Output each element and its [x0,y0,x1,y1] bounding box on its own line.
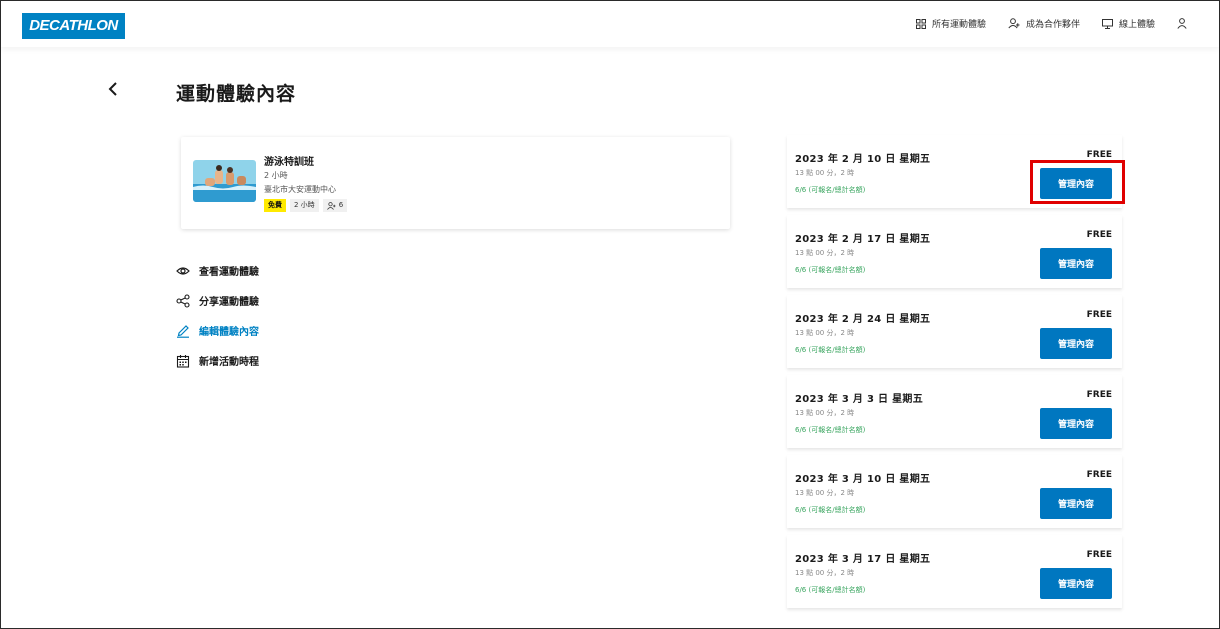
edit-experience-link[interactable]: 編輯體驗內容 [176,323,259,338]
session-time: 13 點 00 分，2 時 [795,489,855,497]
nav-label: 線上體驗 [1118,20,1155,30]
session-card: 2023 年 2 月 24 日 星期五 13 點 00 分，2 時 6/6 (可… [787,295,1122,368]
nav-label: 成為合作夥伴 [1025,20,1080,30]
duration-badge: 2 小時 [290,199,319,212]
action-label: 分享運動體驗 [199,297,259,308]
header-nav: 所有運動體驗 成為合作夥伴 線上體驗 [894,17,1193,30]
session-date: 2023 年 3 月 10 日 星期五 [795,474,931,485]
capacity-value: 6 [338,201,344,209]
action-label: 編輯體驗內容 [199,327,259,338]
free-badge: 免費 [264,199,286,212]
view-experience-link[interactable]: 查看運動體驗 [176,263,259,278]
session-time: 13 點 00 分，2 時 [795,249,855,257]
session-date: 2023 年 2 月 24 日 星期五 [795,314,931,325]
course-thumbnail [193,160,256,202]
session-date: 2023 年 3 月 17 日 星期五 [795,554,931,565]
course-tags: 免費 2 小時 6 [264,199,351,212]
partner-icon [1008,18,1020,29]
session-seats: 6/6 (可報名/總計名額) [795,186,866,194]
session-time: 13 點 00 分，2 時 [795,169,855,177]
session-seats: 6/6 (可報名/總計名額) [795,586,866,594]
experience-actions: 查看運動體驗 分享運動體驗 編輯體驗內容 新增活動時程 [176,263,259,383]
monitor-icon [1101,18,1113,29]
session-price: FREE [1086,550,1112,560]
back-arrow-icon[interactable] [105,79,123,99]
nav-become-partner[interactable]: 成為合作夥伴 [1008,17,1080,30]
capacity-badge: 6 [322,199,348,212]
course-duration: 2 小時 [264,171,288,180]
user-account-button[interactable] [1177,18,1193,29]
add-schedule-link[interactable]: 新增活動時程 [176,353,259,368]
course-name: 游泳特訓班 [264,157,314,168]
manage-content-button[interactable]: 管理內容 [1040,488,1112,519]
nav-online-experience[interactable]: 線上體驗 [1101,17,1155,30]
session-date: 2023 年 2 月 10 日 星期五 [795,154,931,165]
nav-all-experiences[interactable]: 所有運動體驗 [915,17,986,30]
session-price: FREE [1086,230,1112,240]
session-seats: 6/6 (可報名/總計名額) [795,506,866,514]
session-card: 2023 年 2 月 17 日 星期五 13 點 00 分，2 時 6/6 (可… [787,215,1122,288]
course-summary-card[interactable]: 游泳特訓班 2 小時 臺北市大安運動中心 免費 2 小時 6 [181,137,730,229]
session-card: 2023 年 3 月 17 日 星期五 13 點 00 分，2 時 6/6 (可… [787,535,1122,608]
session-list: 2023 年 2 月 10 日 星期五 13 點 00 分，2 時 6/6 (可… [787,135,1122,615]
user-icon [1177,18,1187,29]
grid-icon [915,18,926,29]
session-seats: 6/6 (可報名/總計名額) [795,266,866,274]
action-label: 新增活動時程 [199,357,259,368]
session-date: 2023 年 2 月 17 日 星期五 [795,234,931,245]
share-icon [176,293,190,308]
session-price: FREE [1086,310,1112,320]
manage-content-button[interactable]: 管理內容 [1040,568,1112,599]
session-seats: 6/6 (可報名/總計名額) [795,426,866,434]
top-navigation-bar: DECATHLON 所有運動體驗 成為合作夥伴 線上體驗 [1,1,1219,47]
manage-content-button[interactable]: 管理內容 [1040,408,1112,439]
eye-icon [176,266,190,275]
nav-label: 所有運動體驗 [931,20,986,30]
action-label: 查看運動體驗 [199,267,259,278]
course-location: 臺北市大安運動中心 [264,185,336,194]
session-time: 13 點 00 分，2 時 [795,409,855,417]
manage-content-button[interactable]: 管理內容 [1040,248,1112,279]
calendar-icon [176,354,190,368]
people-icon [326,201,336,210]
decathlon-logo[interactable]: DECATHLON [22,13,125,39]
pencil-icon [177,324,189,338]
session-price: FREE [1086,150,1112,160]
session-card: 2023 年 3 月 3 日 星期五 13 點 00 分，2 時 6/6 (可報… [787,375,1122,448]
session-time: 13 點 00 分，2 時 [795,329,855,337]
session-seats: 6/6 (可報名/總計名額) [795,346,866,354]
session-date: 2023 年 3 月 3 日 星期五 [795,394,924,405]
share-experience-link[interactable]: 分享運動體驗 [176,293,259,308]
manage-content-button[interactable]: 管理內容 [1040,328,1112,359]
session-price: FREE [1086,470,1112,480]
page-title: 運動體驗內容 [176,83,297,105]
session-time: 13 點 00 分，2 時 [795,569,855,577]
highlight-annotation-box [1030,160,1125,204]
session-price: FREE [1086,390,1112,400]
session-card: 2023 年 3 月 10 日 星期五 13 點 00 分，2 時 6/6 (可… [787,455,1122,528]
